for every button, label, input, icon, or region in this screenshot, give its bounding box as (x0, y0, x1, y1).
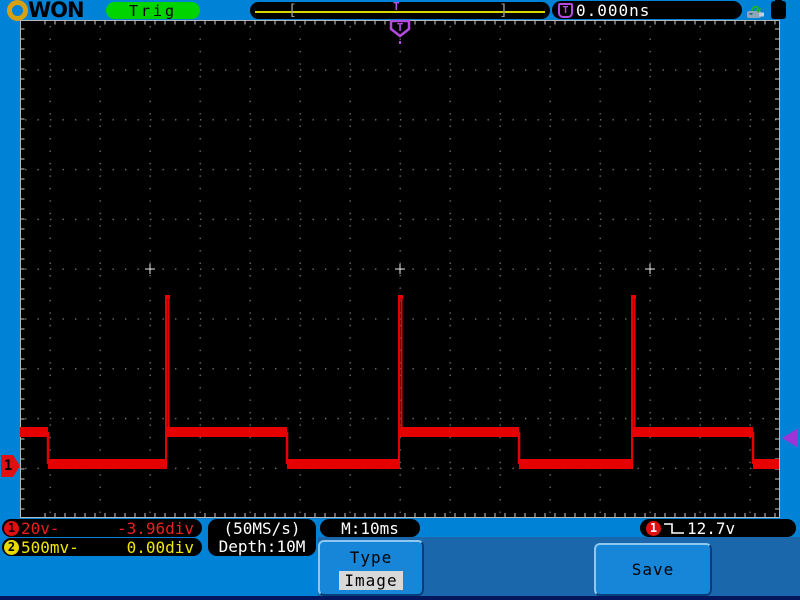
trigbar-t-marker-icon: T (393, 1, 400, 12)
trigger-source-badge: 1 (646, 521, 661, 536)
trigger-status-label: Trig (129, 2, 177, 20)
oscilloscope-screen: WON Trig [ ] T T 0.000ns T 1 1 20v- -3.9… (0, 0, 800, 600)
timebase-pill: M:10ms (320, 519, 420, 537)
t-badge-icon: T (558, 3, 573, 18)
svg-text:T: T (397, 21, 404, 34)
trigger-level-arrow-icon[interactable] (782, 429, 797, 447)
trigger-level-value: 12.7v (687, 519, 735, 538)
usb-storage-icon (744, 2, 768, 20)
ch1-status-pill: 1 20v- -3.96div (2, 519, 202, 537)
trigbar-right-bracket: ] (499, 2, 508, 19)
logo-text: WON (28, 0, 84, 20)
ch2-number-badge: 2 (4, 540, 19, 555)
save-softkey-button[interactable]: Save (594, 543, 712, 596)
waveform-plot: T (20, 20, 780, 518)
timebase-value: M:10ms (341, 519, 399, 538)
sample-rate: (50MS/s) (223, 520, 300, 538)
owon-logo: WON (7, 0, 84, 20)
trigger-info-pill: 1 12.7v (640, 519, 796, 537)
trigger-time-readout: T 0.000ns (552, 1, 742, 19)
graticule-display: T (20, 20, 780, 518)
logo-o-icon (7, 0, 28, 21)
ch1-zero-marker-label: 1 (4, 458, 12, 474)
ch1-zero-marker[interactable]: 1 (1, 455, 20, 477)
falling-edge-icon (663, 521, 685, 536)
trigger-position-bar[interactable]: [ ] T (250, 2, 550, 19)
ch2-scale: 500mv- (21, 538, 79, 557)
ch1-offset: -3.96div (117, 519, 194, 538)
type-button-label: Type (320, 548, 422, 567)
trigbar-left-bracket: [ (288, 2, 297, 19)
ch1-number-badge: 1 (4, 521, 19, 536)
trigger-time-value: 0.000ns (576, 1, 650, 20)
save-button-label: Save (632, 560, 675, 579)
type-button-value[interactable]: Image (339, 571, 402, 590)
type-softkey-button[interactable]: Type Image (318, 540, 424, 596)
ch1-scale: 20v- (21, 519, 60, 538)
record-depth: Depth:10M (219, 538, 306, 556)
battery-icon (771, 1, 786, 19)
trigger-status-badge: Trig (106, 2, 200, 19)
bottom-divider (0, 596, 800, 600)
ch2-offset: 0.00div (127, 538, 194, 557)
acquisition-pill: (50MS/s) Depth:10M (208, 519, 316, 556)
ch2-status-pill: 2 500mv- 0.00div (2, 538, 202, 556)
